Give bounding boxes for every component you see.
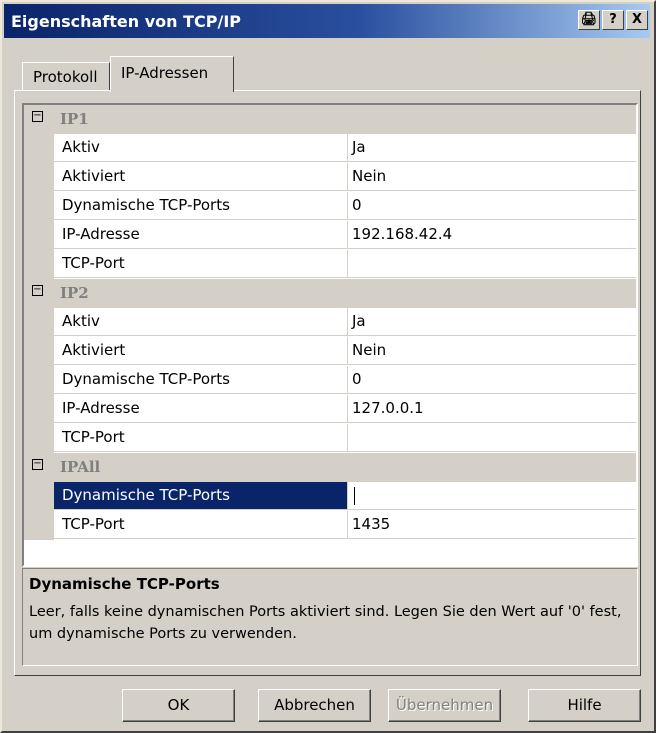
property-name: Aktiviert bbox=[54, 163, 348, 191]
property-row[interactable]: Aktiv Ja bbox=[24, 134, 636, 163]
property-name: Aktiv bbox=[54, 134, 348, 162]
category-label: IP1 bbox=[60, 110, 89, 128]
property-value[interactable] bbox=[348, 250, 636, 278]
property-name: Dynamische TCP-Ports bbox=[54, 482, 348, 510]
property-row[interactable]: Aktiv Ja bbox=[24, 308, 636, 337]
print-icon[interactable]: 🖨 bbox=[578, 10, 600, 30]
help-dialog-button[interactable]: Hilfe bbox=[528, 689, 641, 722]
tab-protokoll[interactable]: Protokoll bbox=[22, 62, 110, 90]
collapse-icon[interactable]: − bbox=[32, 285, 43, 296]
property-row[interactable]: IP-Adresse 192.168.42.4 bbox=[24, 221, 636, 250]
property-row[interactable]: TCP-Port bbox=[24, 424, 636, 453]
category-label: IP2 bbox=[60, 284, 89, 302]
property-name: IP-Adresse bbox=[54, 395, 348, 423]
property-value[interactable]: 1435 bbox=[348, 511, 636, 539]
ok-button[interactable]: OK bbox=[122, 689, 235, 722]
category-label: IPAll bbox=[60, 458, 101, 476]
description-pane: Dynamische TCP-Ports Leer, falls keine d… bbox=[22, 568, 638, 666]
property-name: TCP-Port bbox=[54, 511, 348, 539]
property-name: TCP-Port bbox=[54, 250, 348, 278]
property-row-selected[interactable]: Dynamische TCP-Ports bbox=[24, 482, 636, 511]
close-button[interactable]: X bbox=[626, 10, 648, 30]
collapse-icon[interactable]: − bbox=[32, 111, 43, 122]
property-name: Aktiv bbox=[54, 308, 348, 336]
category-ip2[interactable]: − IP2 bbox=[24, 279, 636, 308]
property-row[interactable]: Dynamische TCP-Ports 0 bbox=[24, 366, 636, 395]
property-row[interactable]: Aktiviert Nein bbox=[24, 337, 636, 366]
property-name: Dynamische TCP-Ports bbox=[54, 366, 348, 394]
help-button[interactable]: ? bbox=[602, 10, 624, 30]
text-cursor bbox=[354, 487, 355, 505]
tab-ip-adressen[interactable]: IP-Adressen bbox=[110, 56, 234, 92]
property-row[interactable]: Dynamische TCP-Ports 0 bbox=[24, 192, 636, 221]
property-value[interactable]: 0 bbox=[348, 366, 636, 394]
apply-button[interactable]: Übernehmen bbox=[388, 689, 501, 722]
collapse-icon[interactable]: − bbox=[32, 459, 43, 470]
property-value[interactable]: Nein bbox=[348, 163, 636, 191]
properties-dialog: Eigenschaften von TCP/IP 🖨 ? X Protokoll… bbox=[0, 0, 656, 733]
property-row[interactable]: Aktiviert Nein bbox=[24, 163, 636, 192]
description-title: Dynamische TCP-Ports bbox=[29, 575, 220, 593]
window-title: Eigenschaften von TCP/IP bbox=[11, 12, 242, 31]
property-row[interactable]: TCP-Port 1435 bbox=[24, 511, 636, 540]
property-row[interactable]: IP-Adresse 127.0.0.1 bbox=[24, 395, 636, 424]
property-grid: − IP1 Aktiv Ja Aktiviert Nein Dynamische T… bbox=[22, 103, 638, 567]
property-value[interactable]: Ja bbox=[348, 308, 636, 336]
property-value[interactable]: Nein bbox=[348, 337, 636, 365]
cancel-button[interactable]: Abbrechen bbox=[258, 689, 371, 722]
property-row[interactable]: TCP-Port bbox=[24, 250, 636, 279]
property-value[interactable]: Ja bbox=[348, 134, 636, 162]
category-ip1[interactable]: − IP1 bbox=[24, 105, 636, 134]
property-value-input[interactable] bbox=[348, 482, 636, 510]
title-bar: Eigenschaften von TCP/IP 🖨 ? X bbox=[4, 4, 650, 38]
property-name: TCP-Port bbox=[54, 424, 348, 452]
property-value[interactable] bbox=[348, 424, 636, 452]
property-name: Dynamische TCP-Ports bbox=[54, 192, 348, 220]
description-text: Leer, falls keine dynamischen Ports akti… bbox=[29, 604, 622, 642]
property-name: IP-Adresse bbox=[54, 221, 348, 249]
category-ipall[interactable]: − IPAll bbox=[24, 453, 636, 482]
property-value[interactable]: 127.0.0.1 bbox=[348, 395, 636, 423]
property-name: Aktiviert bbox=[54, 337, 348, 365]
property-value[interactable]: 192.168.42.4 bbox=[348, 221, 636, 249]
property-value[interactable]: 0 bbox=[348, 192, 636, 220]
